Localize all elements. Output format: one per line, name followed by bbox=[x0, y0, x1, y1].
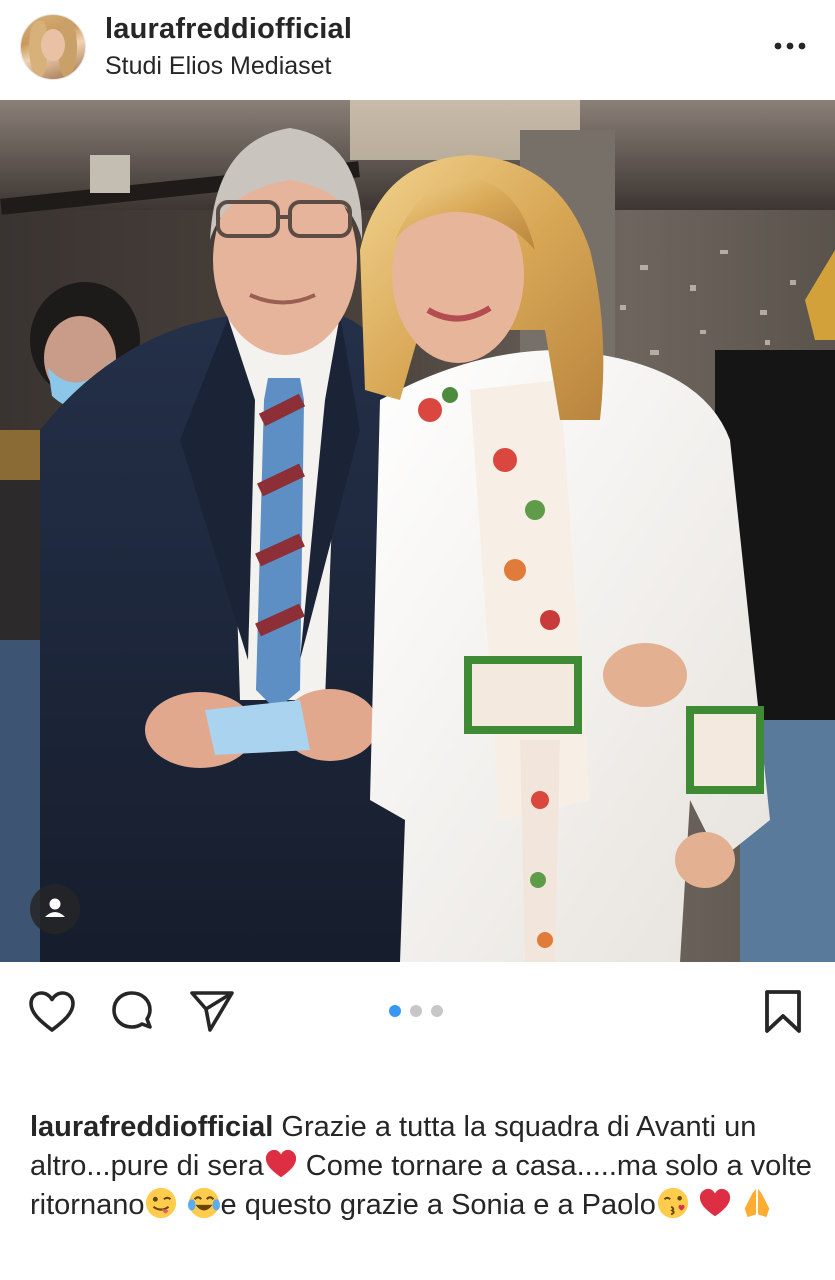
send-icon bbox=[190, 991, 234, 1032]
caption-username[interactable]: laurafreddiofficial bbox=[30, 1111, 273, 1143]
save-button[interactable] bbox=[762, 988, 804, 1036]
post-caption: laurafreddiofficial Grazie a tutta la sq… bbox=[30, 1108, 815, 1225]
comment-icon bbox=[112, 991, 152, 1029]
avatar[interactable] bbox=[20, 14, 86, 80]
post-location[interactable]: Studi Elios Mediaset bbox=[105, 52, 332, 81]
folded-hands-emoji bbox=[744, 1188, 770, 1218]
avatar-face bbox=[41, 29, 65, 61]
post-photo[interactable] bbox=[0, 100, 835, 962]
tears-of-joy-emoji bbox=[187, 1187, 220, 1219]
share-button[interactable] bbox=[188, 988, 236, 1034]
photo-illustration bbox=[0, 100, 835, 962]
winking-face-with-tongue-emoji bbox=[146, 1187, 177, 1219]
carousel-dot bbox=[410, 1005, 422, 1017]
caption-text: e questo grazie a Sonia e a Paolo bbox=[220, 1189, 656, 1221]
post-header: laurafreddiofficial Studi Elios Mediaset bbox=[0, 0, 835, 100]
carousel-dot-active bbox=[389, 1005, 401, 1017]
post-username[interactable]: laurafreddiofficial bbox=[105, 13, 352, 46]
more-options-button[interactable] bbox=[770, 32, 810, 60]
carousel-dot bbox=[431, 1005, 443, 1017]
red-heart-emoji bbox=[699, 1188, 731, 1217]
bookmark-icon bbox=[765, 990, 801, 1033]
user-tag-icon bbox=[45, 898, 65, 917]
tagged-users-button[interactable] bbox=[30, 884, 80, 934]
more-horizontal-icon bbox=[774, 42, 806, 50]
red-heart-emoji bbox=[265, 1149, 296, 1178]
face-blowing-kiss-emoji bbox=[657, 1187, 688, 1219]
comment-button[interactable] bbox=[108, 988, 156, 1036]
heart-icon bbox=[29, 991, 75, 1032]
like-button[interactable] bbox=[28, 990, 76, 1034]
